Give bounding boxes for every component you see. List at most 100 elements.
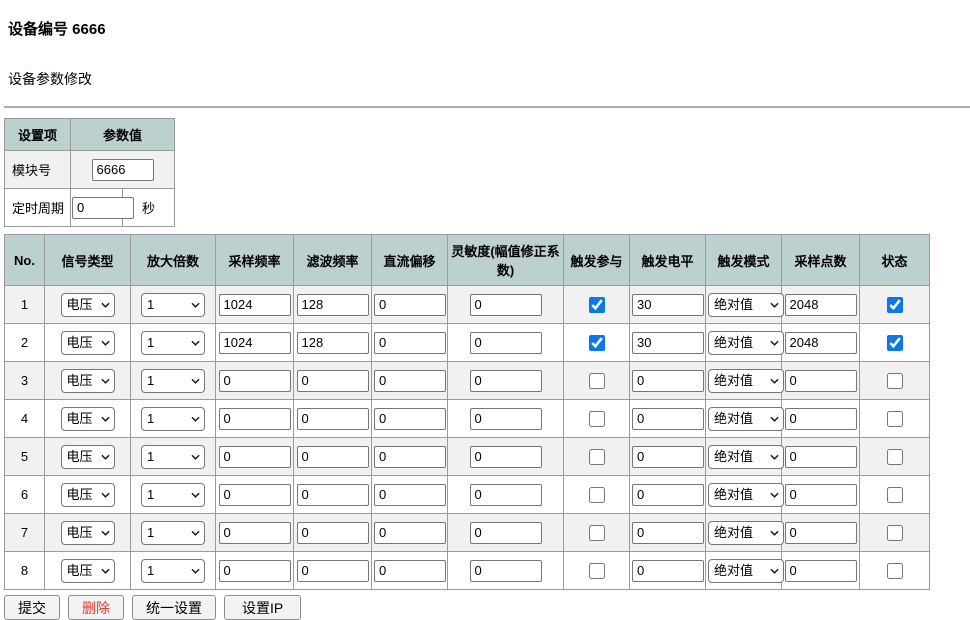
sample-rate-input[interactable] [219, 408, 291, 430]
trigger-enable-checkbox[interactable] [589, 297, 605, 313]
signal-type-select[interactable]: 电压 [61, 521, 115, 545]
trigger-mode-cell: 绝对值 [706, 476, 782, 514]
sample-rate-input[interactable] [219, 484, 291, 506]
module-number-input[interactable] [92, 159, 154, 181]
status-checkbox[interactable] [887, 487, 903, 503]
trigger-mode-select[interactable]: 绝对值 [708, 445, 784, 469]
dc-offset-input[interactable] [374, 332, 446, 354]
status-checkbox[interactable] [887, 563, 903, 579]
status-checkbox[interactable] [887, 525, 903, 541]
trigger-level-input[interactable] [632, 332, 704, 354]
trigger-mode-select[interactable]: 绝对值 [708, 369, 784, 393]
sample-points-input[interactable] [785, 522, 857, 544]
signal-type-select[interactable]: 电压 [61, 369, 115, 393]
status-checkbox[interactable] [887, 411, 903, 427]
filter-rate-input[interactable] [297, 332, 369, 354]
signal-type-select[interactable]: 电压 [61, 331, 115, 355]
filter-rate-input[interactable] [297, 408, 369, 430]
dc-offset-input[interactable] [374, 408, 446, 430]
signal-type-select[interactable]: 电压 [61, 559, 115, 583]
signal-type-select-wrap: 电压 [61, 521, 115, 545]
sample-points-input[interactable] [785, 408, 857, 430]
trigger-enable-checkbox[interactable] [589, 563, 605, 579]
trigger-enable-checkbox[interactable] [589, 449, 605, 465]
filter-rate-input[interactable] [297, 484, 369, 506]
sample-points-input[interactable] [785, 370, 857, 392]
sample-points-input[interactable] [785, 484, 857, 506]
sample-rate-input[interactable] [219, 522, 291, 544]
sensitivity-input[interactable] [470, 446, 542, 468]
status-checkbox[interactable] [887, 297, 903, 313]
trigger-level-input[interactable] [632, 484, 704, 506]
trigger-enable-checkbox[interactable] [589, 525, 605, 541]
trigger-level-input[interactable] [632, 560, 704, 582]
status-checkbox[interactable] [887, 335, 903, 351]
sample-rate-input[interactable] [219, 294, 291, 316]
trigger-mode-select[interactable]: 绝对值 [708, 521, 784, 545]
table-row: 8 电压 1 [5, 552, 930, 590]
trigger-level-input[interactable] [632, 446, 704, 468]
sample-points-input[interactable] [785, 332, 857, 354]
batch-set-button[interactable]: 统一设置 [132, 595, 216, 620]
signal-type-select[interactable]: 电压 [61, 445, 115, 469]
filter-rate-input[interactable] [297, 446, 369, 468]
signal-type-select[interactable]: 电压 [61, 407, 115, 431]
sample-rate-input[interactable] [219, 332, 291, 354]
sensitivity-input[interactable] [470, 560, 542, 582]
trigger-level-input[interactable] [632, 294, 704, 316]
filter-rate-input[interactable] [297, 370, 369, 392]
dc-offset-input[interactable] [374, 522, 446, 544]
dc-offset-input[interactable] [374, 484, 446, 506]
gain-cell: 1 [131, 324, 216, 362]
signal-type-select[interactable]: 电压 [61, 483, 115, 507]
trigger-mode-select[interactable]: 绝对值 [708, 293, 784, 317]
sensitivity-input[interactable] [470, 332, 542, 354]
dc-offset-input[interactable] [374, 560, 446, 582]
sample-rate-input[interactable] [219, 370, 291, 392]
trigger-mode-select[interactable]: 绝对值 [708, 407, 784, 431]
gain-select[interactable]: 1 [141, 369, 205, 393]
status-checkbox[interactable] [887, 449, 903, 465]
trigger-enable-checkbox[interactable] [589, 487, 605, 503]
trigger-level-input[interactable] [632, 408, 704, 430]
sample-points-input[interactable] [785, 446, 857, 468]
dc-offset-input[interactable] [374, 446, 446, 468]
dc-offset-input[interactable] [374, 294, 446, 316]
gain-select[interactable]: 1 [141, 331, 205, 355]
gain-select[interactable]: 1 [141, 483, 205, 507]
sensitivity-input[interactable] [470, 294, 542, 316]
set-ip-button[interactable]: 设置IP [224, 595, 301, 620]
submit-button[interactable]: 提交 [4, 595, 60, 620]
gain-select[interactable]: 1 [141, 445, 205, 469]
trigger-level-input[interactable] [632, 522, 704, 544]
sample-points-cell [782, 400, 860, 438]
sensitivity-input[interactable] [470, 408, 542, 430]
signal-type-select[interactable]: 电压 [61, 293, 115, 317]
sample-rate-input[interactable] [219, 446, 291, 468]
sample-rate-input[interactable] [219, 560, 291, 582]
filter-rate-input[interactable] [297, 560, 369, 582]
trigger-enable-checkbox[interactable] [589, 411, 605, 427]
trigger-mode-select[interactable]: 绝对值 [708, 331, 784, 355]
trigger-mode-select[interactable]: 绝对值 [708, 559, 784, 583]
sample-points-input[interactable] [785, 294, 857, 316]
sensitivity-input[interactable] [470, 522, 542, 544]
trigger-enable-checkbox[interactable] [589, 335, 605, 351]
filter-rate-input[interactable] [297, 522, 369, 544]
sensitivity-input[interactable] [470, 370, 542, 392]
trigger-enable-cell [564, 324, 630, 362]
gain-select[interactable]: 1 [141, 521, 205, 545]
timer-period-input[interactable] [72, 197, 134, 219]
sensitivity-input[interactable] [470, 484, 542, 506]
trigger-level-input[interactable] [632, 370, 704, 392]
filter-rate-input[interactable] [297, 294, 369, 316]
trigger-mode-select[interactable]: 绝对值 [708, 483, 784, 507]
status-checkbox[interactable] [887, 373, 903, 389]
gain-select[interactable]: 1 [141, 293, 205, 317]
trigger-enable-checkbox[interactable] [589, 373, 605, 389]
sample-points-input[interactable] [785, 560, 857, 582]
dc-offset-input[interactable] [374, 370, 446, 392]
gain-select[interactable]: 1 [141, 559, 205, 583]
gain-select[interactable]: 1 [141, 407, 205, 431]
delete-button[interactable]: 删除 [68, 595, 124, 620]
